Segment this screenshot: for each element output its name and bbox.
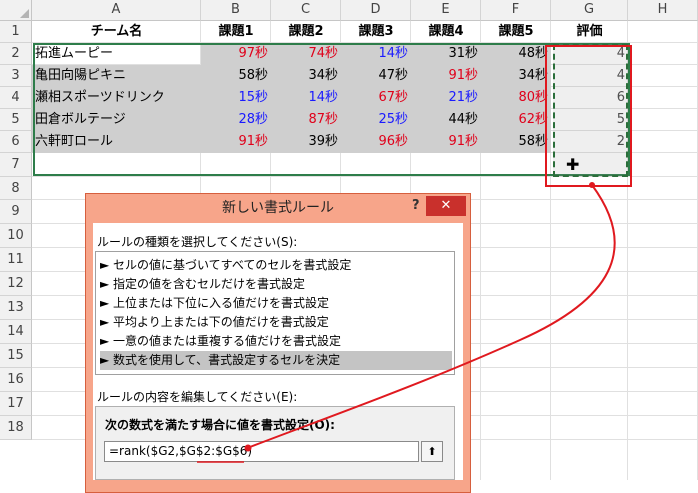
annotation-arrow bbox=[197, 182, 616, 463]
